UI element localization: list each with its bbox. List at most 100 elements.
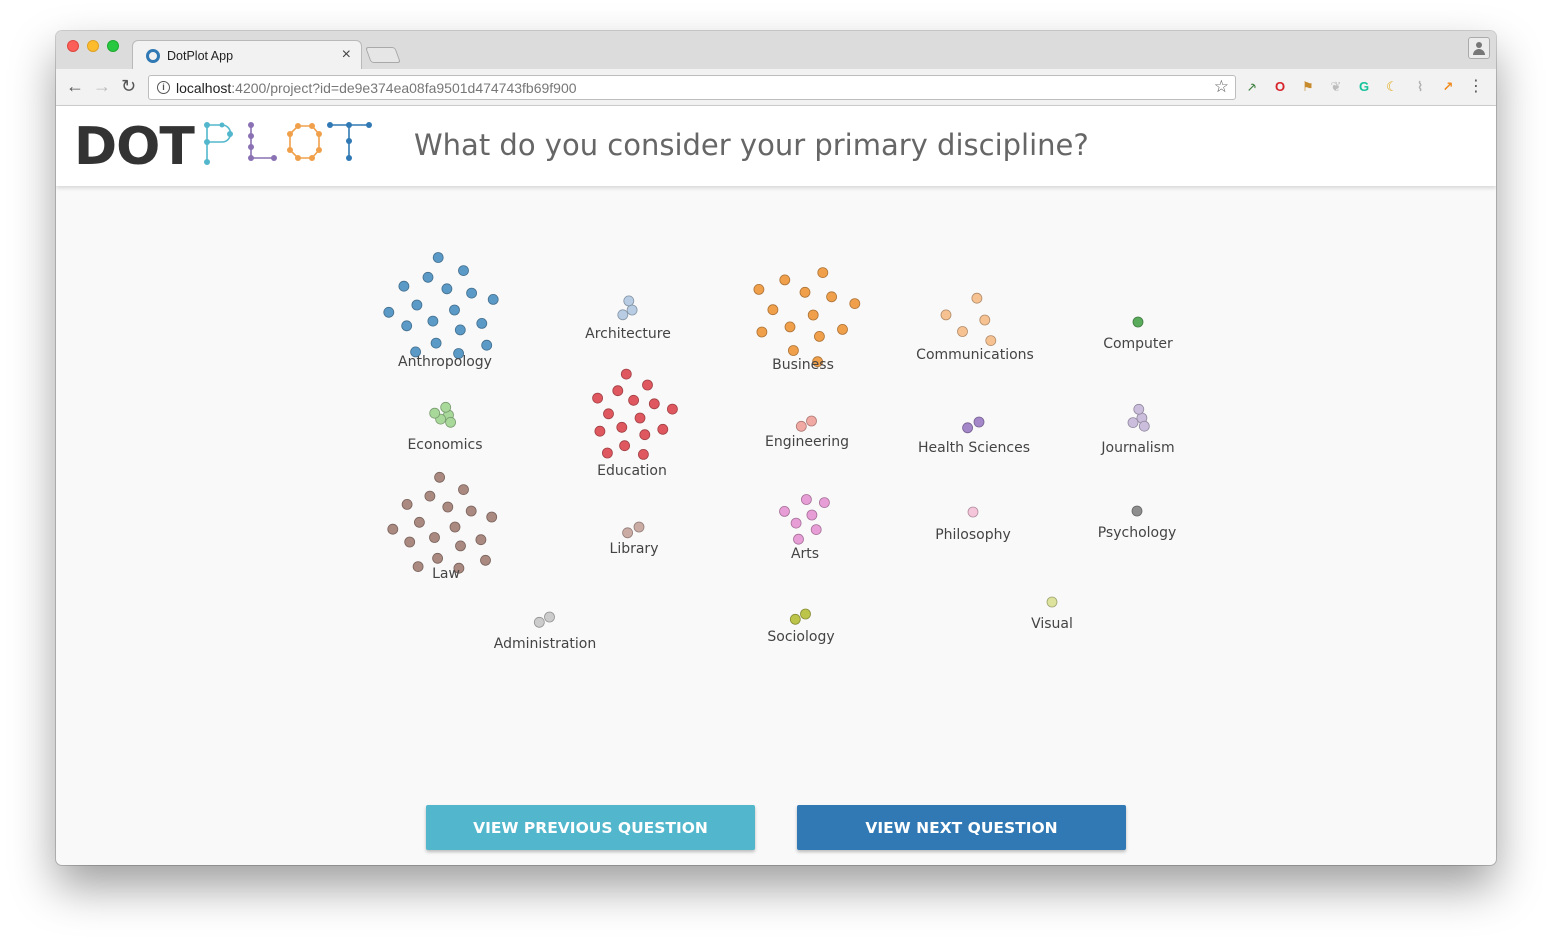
- cluster-visual[interactable]: [1046, 596, 1058, 608]
- dot-anthropology[interactable]: [476, 317, 488, 329]
- close-tab-icon[interactable]: ×: [342, 46, 351, 64]
- dot-anthropology[interactable]: [458, 265, 469, 276]
- dot-anthropology[interactable]: [383, 306, 395, 318]
- dot-law[interactable]: [429, 532, 440, 543]
- dot-health-sciences[interactable]: [973, 416, 985, 428]
- dot-journalism[interactable]: [1133, 403, 1145, 415]
- dot-law[interactable]: [424, 490, 436, 502]
- cluster-psychology[interactable]: [1131, 505, 1143, 517]
- dot-education[interactable]: [592, 392, 603, 404]
- dot-engineering[interactable]: [795, 420, 807, 432]
- view-previous-question-button[interactable]: VIEW PREVIOUS QUESTION: [426, 805, 755, 850]
- grammarly-extension-icon[interactable]: G: [1356, 79, 1372, 95]
- dot-law[interactable]: [465, 505, 477, 517]
- browser-tab[interactable]: DotPlot App ×: [132, 40, 362, 70]
- dot-business[interactable]: [799, 286, 811, 298]
- dot-anthropology[interactable]: [398, 280, 410, 292]
- close-window-button[interactable]: [67, 40, 79, 52]
- dot-architecture[interactable]: [623, 295, 635, 307]
- paint-extension-icon[interactable]: ⌇: [1412, 79, 1428, 95]
- dot-library[interactable]: [622, 527, 633, 539]
- dot-computer[interactable]: [1132, 316, 1144, 328]
- dot-education[interactable]: [634, 412, 646, 424]
- cluster-journalism[interactable]: [1127, 403, 1150, 432]
- dot-library[interactable]: [633, 521, 645, 533]
- dot-communications[interactable]: [985, 335, 997, 347]
- dot-health-sciences[interactable]: [962, 422, 973, 434]
- leaf-extension-icon[interactable]: ❦: [1328, 79, 1344, 95]
- dot-law[interactable]: [486, 511, 498, 523]
- dot-education[interactable]: [620, 368, 632, 380]
- flag-extension-icon[interactable]: ⚑: [1300, 79, 1316, 95]
- dot-education[interactable]: [648, 398, 660, 410]
- url-text[interactable]: localhost:4200/project?id=de9e374ea08fa9…: [176, 80, 577, 96]
- profile-icon[interactable]: [1468, 37, 1490, 59]
- cluster-computer[interactable]: [1132, 316, 1144, 328]
- dot-education[interactable]: [603, 408, 614, 420]
- dot-education[interactable]: [657, 423, 669, 435]
- dot-visual[interactable]: [1046, 596, 1058, 608]
- dot-arts[interactable]: [819, 497, 830, 509]
- address-bar[interactable]: i localhost:4200/project?id=de9e374ea08f…: [148, 75, 1236, 100]
- dot-law[interactable]: [413, 516, 425, 528]
- dot-business[interactable]: [779, 274, 791, 286]
- cluster-arts[interactable]: [779, 494, 830, 545]
- tool-extension-icon[interactable]: ⸕: [1244, 79, 1260, 95]
- dot-anthropology[interactable]: [487, 294, 499, 305]
- dot-education[interactable]: [667, 403, 678, 415]
- forward-arrow-icon[interactable]: →: [93, 76, 111, 96]
- dot-arts[interactable]: [779, 505, 790, 517]
- dot-law[interactable]: [449, 521, 461, 533]
- cluster-administration[interactable]: [533, 611, 555, 628]
- cluster-business[interactable]: [753, 267, 861, 368]
- dot-education[interactable]: [628, 394, 639, 406]
- dot-arts[interactable]: [801, 494, 812, 505]
- maximize-window-button[interactable]: [107, 40, 119, 52]
- dot-law[interactable]: [475, 534, 487, 546]
- dot-law[interactable]: [404, 536, 416, 548]
- cluster-library[interactable]: [622, 521, 645, 539]
- moon-extension-icon[interactable]: ☾: [1384, 79, 1400, 95]
- dot-education[interactable]: [594, 425, 606, 437]
- dot-sociology[interactable]: [789, 613, 801, 625]
- dot-education[interactable]: [619, 440, 630, 452]
- dot-journalism[interactable]: [1127, 417, 1139, 429]
- dot-business[interactable]: [788, 345, 799, 356]
- dot-education[interactable]: [616, 421, 628, 433]
- cluster-education[interactable]: [592, 368, 678, 460]
- dot-education[interactable]: [642, 379, 653, 391]
- cluster-economics[interactable]: [429, 401, 457, 428]
- cluster-engineering[interactable]: [795, 415, 817, 432]
- dot-business[interactable]: [767, 304, 779, 316]
- dot-business[interactable]: [753, 284, 765, 295]
- dot-anthropology[interactable]: [427, 315, 439, 327]
- browser-menu-icon[interactable]: ⋮: [1468, 76, 1484, 96]
- dot-education[interactable]: [638, 448, 649, 460]
- dot-architecture[interactable]: [617, 309, 629, 321]
- dot-economics[interactable]: [440, 401, 452, 413]
- dot-law[interactable]: [412, 561, 424, 573]
- dot-business[interactable]: [814, 330, 825, 342]
- new-tab-button[interactable]: [365, 47, 401, 63]
- dot-arts[interactable]: [790, 517, 802, 529]
- chart-extension-icon[interactable]: ↗: [1440, 79, 1456, 95]
- dot-economics[interactable]: [445, 416, 457, 428]
- dot-business[interactable]: [784, 321, 796, 333]
- cluster-communications[interactable]: [940, 292, 997, 347]
- dot-arts[interactable]: [810, 524, 822, 536]
- info-icon[interactable]: i: [157, 81, 170, 94]
- dot-communications[interactable]: [971, 292, 983, 304]
- view-next-question-button[interactable]: VIEW NEXT QUESTION: [797, 805, 1126, 850]
- dot-anthropology[interactable]: [454, 324, 466, 336]
- dot-economics[interactable]: [429, 407, 441, 419]
- opera-extension-icon[interactable]: O: [1272, 79, 1288, 95]
- dot-arts[interactable]: [793, 533, 804, 545]
- dot-psychology[interactable]: [1131, 505, 1143, 517]
- dot-architecture[interactable]: [626, 304, 638, 316]
- dot-administration[interactable]: [544, 611, 555, 623]
- cluster-health-sciences[interactable]: [962, 416, 985, 434]
- dot-engineering[interactable]: [806, 415, 817, 427]
- dot-education[interactable]: [612, 385, 624, 397]
- cluster-sociology[interactable]: [789, 608, 811, 625]
- minimize-window-button[interactable]: [87, 40, 99, 52]
